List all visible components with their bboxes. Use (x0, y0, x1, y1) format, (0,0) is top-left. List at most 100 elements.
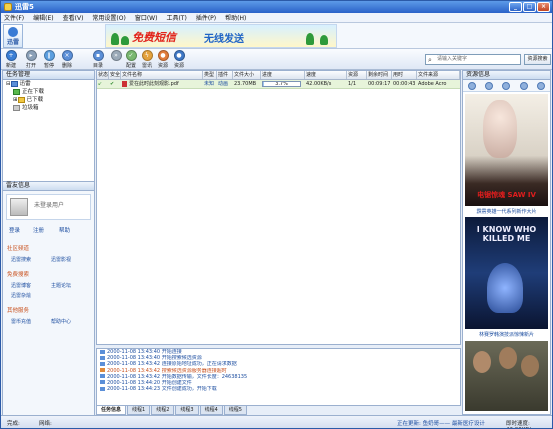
pdf-icon (122, 80, 127, 87)
settings-icon: ● (173, 50, 185, 61)
cell-speed: 42.00KB/s (306, 81, 332, 87)
column-resource[interactable]: 资源 (347, 71, 367, 79)
tab-thread-4[interactable]: 线程4 (199, 406, 223, 415)
section-link[interactable]: 迅雷博客 (11, 282, 31, 289)
pause-button[interactable]: ǁ 暂停 (41, 50, 57, 69)
column-elapsed[interactable]: 用时 (392, 71, 417, 79)
username: 未登录用户 (34, 202, 65, 209)
poster-figure (473, 351, 491, 373)
stop-icon[interactable] (537, 81, 546, 90)
info-icon (100, 374, 105, 379)
tab-thread-2[interactable]: 线程2 (151, 406, 175, 415)
app-icon (4, 3, 12, 11)
resource-button[interactable]: ϟ 雷讯 (139, 50, 155, 69)
tree-root[interactable]: ⊟ 迅雷 (3, 80, 94, 88)
movie-poster[interactable]: I KNOW WHO KILLED ME (465, 217, 548, 329)
column-status[interactable]: 状态 (97, 71, 109, 79)
tree-item-downloaded[interactable]: ⊞ 已下载 (3, 96, 94, 104)
login-link[interactable]: 登录 (9, 226, 20, 234)
folder-icon: ▪ (92, 50, 104, 61)
column-header: 状态 安全 文件名称 类型 插件 文件大小 进度 速度 资源 剩余时间 用时 文… (97, 71, 460, 80)
config-button[interactable]: ✓ 配置 (123, 50, 139, 69)
section-link[interactable]: 主题论坛 (51, 282, 71, 289)
section-link[interactable]: 迅雷杂烩 (11, 292, 31, 299)
menu-help[interactable]: 帮助(H) (225, 13, 246, 22)
open-dir-button[interactable]: » (108, 50, 124, 62)
menu-tools[interactable]: 工具(T) (166, 13, 186, 22)
column-filename[interactable]: 文件名称 (121, 71, 203, 79)
app-logo: 迅雷 (3, 24, 23, 48)
tree-icon (320, 35, 328, 45)
open-button[interactable]: ▸ 打开 (23, 50, 39, 69)
menu-bar: 文件(F) 编辑(E) 查看(V) 常用设置(O) 窗口(W) 工具(T) 插件… (1, 13, 552, 23)
search-button[interactable]: 资源搜索 (524, 54, 551, 65)
maximize-button[interactable]: □ (523, 2, 536, 12)
tree-item-downloading[interactable]: 正在下载 (3, 88, 94, 96)
poster-title: 电锯惊魂 SAW IV (477, 191, 536, 199)
close-button[interactable]: × (537, 2, 550, 12)
column-source[interactable]: 文件来源 (417, 71, 460, 79)
detail-tabs: 任务信息 线程1 线程2 线程3 线程4 线程5 (96, 406, 461, 415)
column-type[interactable]: 类型 (203, 71, 217, 79)
new-button[interactable]: + 新建 (3, 50, 19, 69)
info-icon (100, 361, 105, 366)
tab-thread-3[interactable]: 线程3 (175, 406, 199, 415)
poster-caption[interactable]: 林赛罗韩演技派惊悚新片 (465, 331, 548, 338)
movie-poster[interactable]: 电锯惊魂 SAW IV (465, 94, 548, 206)
menu-window[interactable]: 窗口(W) (135, 13, 158, 22)
table-row[interactable]: ↙ ✔ 爱在此时此刻观影.pdf 未知 动画 23.70MB 3.7% 42.0… (97, 80, 460, 89)
search-input[interactable]: ⌕ 请输入关键字 (425, 54, 521, 65)
poster-caption[interactable]: 霹雳英雄一代系列新作大片 (465, 208, 548, 215)
tab-thread-1[interactable]: 线程1 (127, 406, 151, 415)
back-icon[interactable] (485, 81, 494, 90)
menu-plugins[interactable]: 插件(P) (196, 13, 216, 22)
section-link[interactable]: 迅雷搜索 (11, 256, 31, 263)
section-link[interactable]: 迅雷影视 (51, 256, 71, 263)
task-list: 状态 安全 文件名称 类型 插件 文件大小 进度 速度 资源 剩余时间 用时 文… (96, 70, 461, 345)
help-link[interactable]: 帮助 (59, 226, 70, 234)
info-icon (100, 355, 105, 360)
menu-settings[interactable]: 常用设置(O) (92, 13, 125, 22)
forward-icon[interactable] (502, 81, 511, 90)
log-area: 2000-11-08 13:43:40 开始连接 2000-11-08 13:4… (96, 348, 461, 406)
poster-title: I KNOW WHO KILLED ME (476, 225, 537, 243)
minimize-button[interactable]: _ (509, 2, 522, 12)
section-link[interactable]: 雷币充值 (11, 318, 31, 325)
safe-icon: ✔ (110, 81, 115, 87)
cell-remaining: 00:09:17 (368, 81, 391, 87)
column-safety[interactable]: 安全 (109, 71, 121, 79)
cell-source: Adobe Acro (418, 81, 447, 87)
directory-button[interactable]: ▪ 目录 (90, 50, 106, 69)
user-section: 雷友信息 未登录用户 登录 注册 帮助 社区频道 迅雷搜索 迅雷影视 免费搜索 … (3, 181, 94, 415)
cell-plugin: 动画 (218, 81, 229, 87)
poster-figure (499, 347, 517, 369)
column-remaining[interactable]: 剩余时间 (367, 71, 392, 79)
cell-type: 未知 (204, 81, 215, 87)
tab-thread-5[interactable]: 线程5 (223, 406, 247, 415)
cell-filename: 爱在此时此刻观影.pdf (121, 80, 203, 88)
column-plugin[interactable]: 插件 (217, 71, 233, 79)
tree-item-trash[interactable]: 垃圾箱 (3, 104, 94, 112)
status-update[interactable]: 正在更新: 鱼奶哥—— 最新医疗设计 (397, 419, 485, 427)
home-icon[interactable] (467, 81, 476, 90)
menu-view[interactable]: 查看(V) (63, 13, 84, 22)
register-link[interactable]: 注册 (33, 226, 44, 234)
tree-icon (121, 36, 129, 45)
poster-figure (487, 263, 523, 313)
find-button[interactable]: ● 资源 (155, 50, 171, 69)
section-link[interactable]: 帮助中心 (51, 318, 71, 325)
movie-poster[interactable] (465, 341, 548, 411)
column-progress[interactable]: 进度 (261, 71, 305, 79)
tab-task-info[interactable]: 任务信息 (96, 406, 127, 415)
menu-file[interactable]: 文件(F) (4, 13, 24, 22)
column-speed[interactable]: 速度 (305, 71, 347, 79)
refresh-icon[interactable] (519, 81, 528, 90)
cell-progress: 3.7% (261, 80, 305, 88)
menu-edit[interactable]: 编辑(E) (33, 13, 53, 22)
settings-button[interactable]: ● 资源 (171, 50, 187, 69)
user-card: 未登录用户 (6, 194, 91, 220)
ad-banner[interactable]: 免费短信 无线发送 (105, 24, 337, 48)
delete-button[interactable]: × 删除 (59, 50, 75, 69)
banner-free-text: 免费短信 (132, 31, 176, 44)
column-size[interactable]: 文件大小 (233, 71, 261, 79)
